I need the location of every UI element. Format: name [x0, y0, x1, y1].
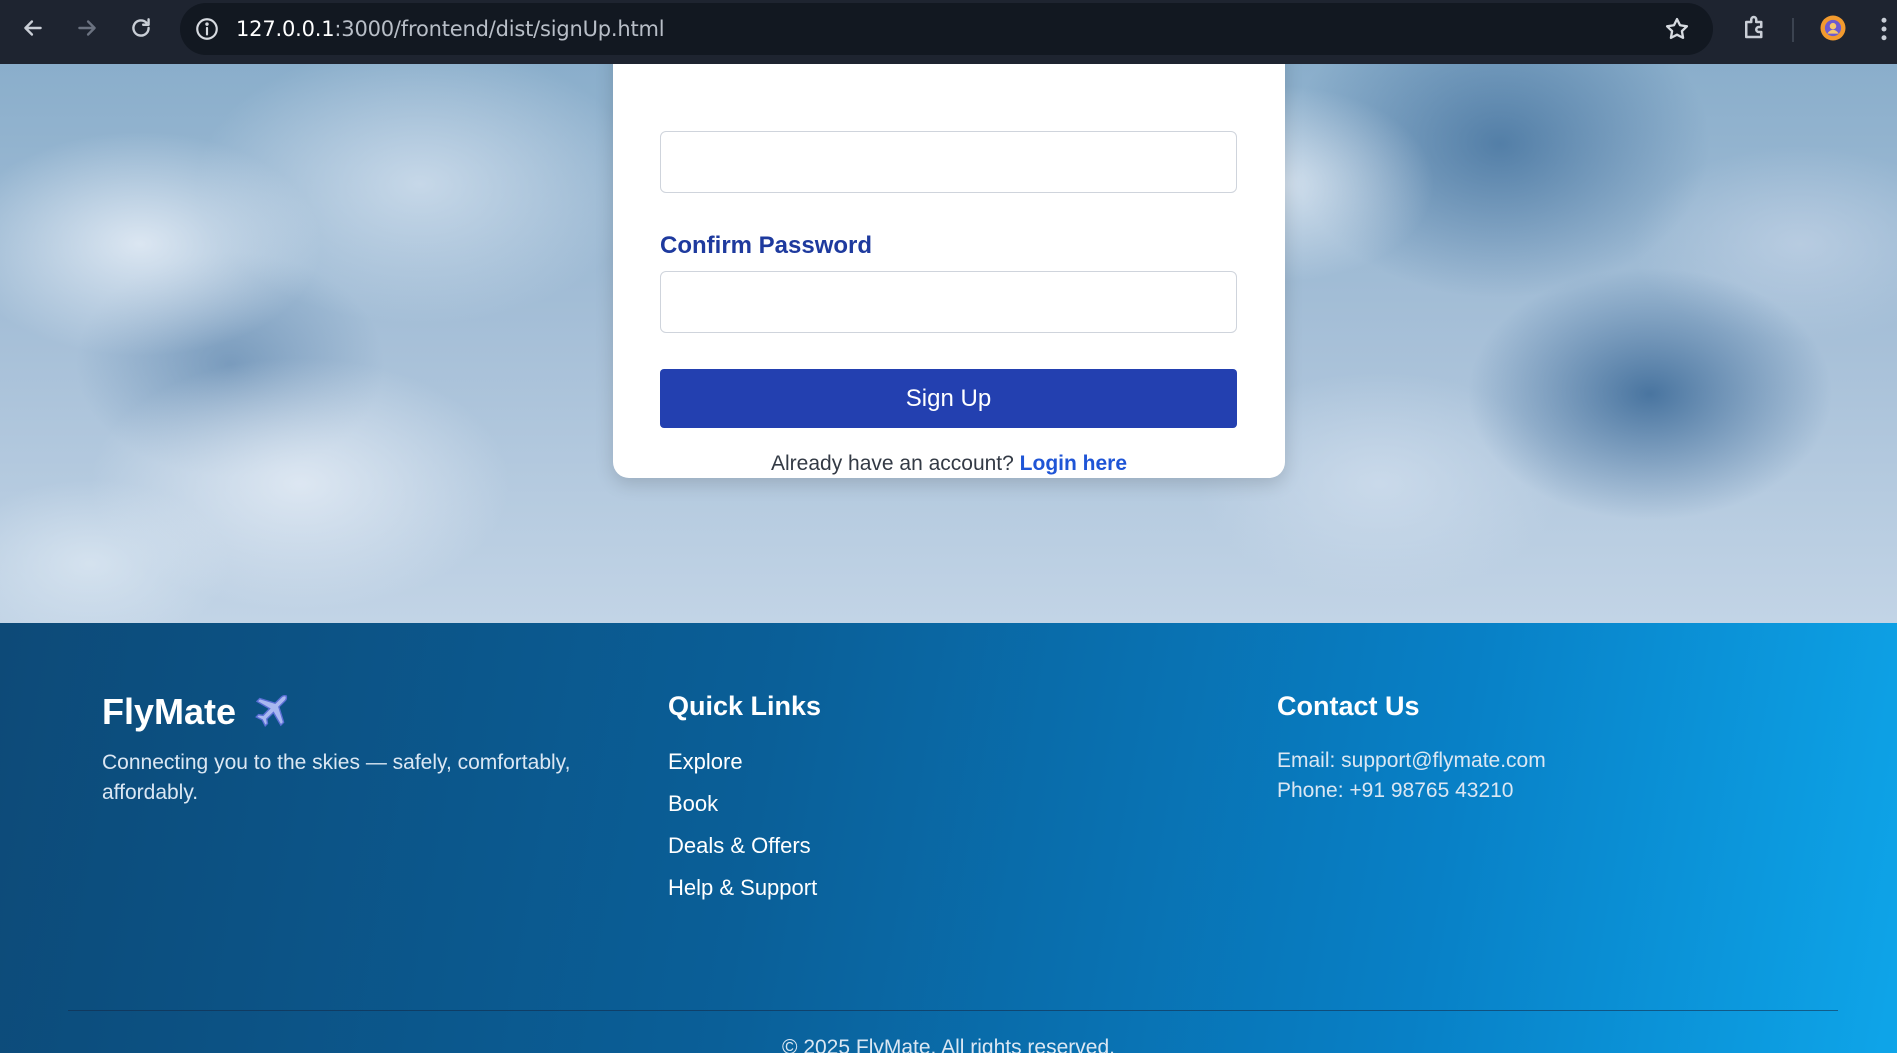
signup-button[interactable]: Sign Up	[660, 369, 1237, 428]
extensions-icon[interactable]	[1740, 12, 1770, 42]
quick-link-explore[interactable]: Explore	[668, 746, 817, 788]
back-button[interactable]	[13, 8, 53, 48]
url-host: 127.0.0.1	[236, 17, 335, 41]
sky-background: Confirm Password Sign Up Already have an…	[0, 64, 1897, 623]
menu-icon[interactable]	[1876, 14, 1892, 44]
browser-toolbar: 127.0.0.1:3000/frontend/dist/signUp.html	[0, 0, 1897, 64]
star-icon[interactable]	[1663, 15, 1691, 43]
forward-button[interactable]	[67, 8, 107, 48]
reload-icon	[132, 18, 150, 37]
quick-links-list: Explore Book Deals & Offers Help & Suppo…	[668, 746, 817, 914]
forward-icon	[78, 20, 96, 36]
footer-brand: FlyMate	[102, 691, 292, 733]
contact-email: Email: support@flymate.com	[1277, 749, 1546, 772]
url-path: :3000/frontend/dist/signUp.html	[334, 17, 665, 41]
site-footer: FlyMate Connecting you to the skies — sa…	[0, 623, 1897, 1053]
back-icon	[24, 20, 42, 36]
signup-card: Confirm Password Sign Up Already have an…	[613, 64, 1285, 478]
address-bar[interactable]: 127.0.0.1:3000/frontend/dist/signUp.html	[180, 3, 1713, 55]
quick-link-book[interactable]: Book	[668, 788, 817, 830]
confirm-password-label: Confirm Password	[660, 232, 873, 259]
login-prompt-line: Already have an account? Login here	[613, 452, 1285, 476]
url-text[interactable]: 127.0.0.1:3000/frontend/dist/signUp.html	[236, 17, 665, 41]
password-input[interactable]	[660, 131, 1237, 193]
contact-info: Email: support@flymate.com Phone: +91 98…	[1277, 746, 1546, 806]
copyright-text: © 2025 FlyMate. All rights reserved.	[782, 1036, 1115, 1053]
airplane-icon	[255, 694, 288, 728]
login-prompt-text: Already have an account?	[770, 452, 1014, 475]
quick-link-deals[interactable]: Deals & Offers	[668, 830, 817, 872]
footer-tagline: Connecting you to the skies — safely, co…	[102, 751, 571, 804]
contact-phone: Phone: +91 98765 43210	[1277, 779, 1514, 802]
login-link[interactable]: Login here	[1020, 452, 1127, 475]
brand-name: FlyMate	[102, 691, 237, 732]
profile-icon[interactable]	[1818, 13, 1848, 43]
reload-button[interactable]	[121, 8, 161, 48]
toolbar-divider	[1792, 18, 1794, 42]
footer-divider	[68, 1010, 1838, 1011]
contact-title: Contact Us	[1277, 691, 1420, 721]
info-icon[interactable]	[194, 16, 220, 42]
quick-links-title: Quick Links	[668, 691, 822, 721]
page-viewport: Confirm Password Sign Up Already have an…	[0, 64, 1897, 1053]
quick-link-help[interactable]: Help & Support	[668, 872, 817, 914]
confirm-password-input[interactable]	[660, 271, 1237, 333]
